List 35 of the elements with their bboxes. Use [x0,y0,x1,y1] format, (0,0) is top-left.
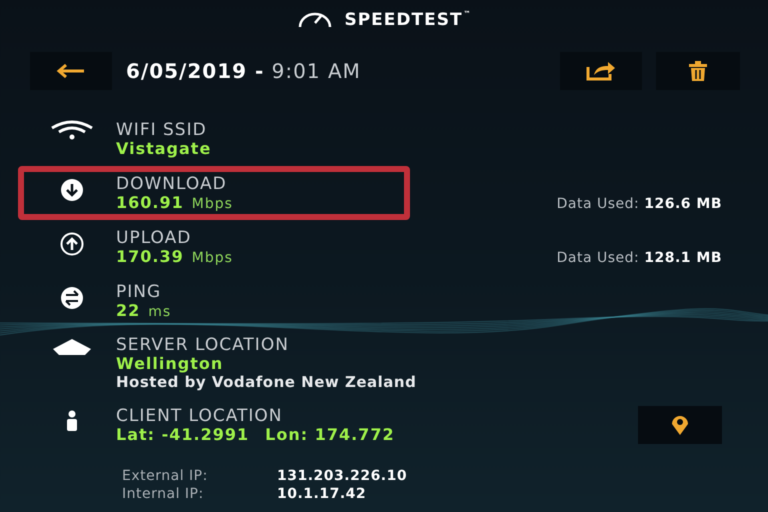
ip-label: Internal IP: [122,486,205,502]
metric-label: SERVER LOCATION [116,335,290,355]
data-used-text: Data Used: 126.6 MB [556,196,722,214]
map-pin-button[interactable] [638,406,722,444]
share-icon [586,61,616,81]
metric-value: 22 ms [116,302,172,320]
trash-icon [688,61,708,81]
metric-value: Wellington [116,355,224,373]
back-button[interactable] [30,52,112,90]
diamond-icon [52,338,92,356]
result-datetime: 6/05/2019 - 9:01 AM [126,59,362,83]
ip-label: External IP: [122,468,209,484]
map-pin-icon [669,414,691,436]
person-icon [65,410,79,432]
delete-button[interactable] [656,52,740,90]
ip-value: 10.1.17.42 [277,486,368,502]
metric-value: 170.39 Mbps [116,248,234,266]
upload-icon [60,232,84,256]
download-icon [60,178,84,202]
metric-label: WIFI SSID [116,120,208,140]
ip-value: 131.203.226.10 [277,468,408,484]
metric-label: UPLOAD [116,228,192,248]
metric-value: Vistagate [116,140,212,158]
coordinate-text: Lon: 174.772 [265,426,395,444]
metric-label: PING [116,282,162,302]
wifi-icon [50,120,94,140]
metric-value: 160.91 Mbps [116,194,234,212]
ping-icon [60,286,84,310]
host-text: Hosted by Vodafone New Zealand [116,373,416,391]
share-button[interactable] [560,52,642,90]
back-arrow-icon [56,64,86,78]
metric-label: CLIENT LOCATION [116,406,284,426]
data-used-text: Data Used: 128.1 MB [556,250,722,268]
coordinate-text: Lat: -41.2991 [116,426,250,444]
metric-label: DOWNLOAD [116,174,228,194]
